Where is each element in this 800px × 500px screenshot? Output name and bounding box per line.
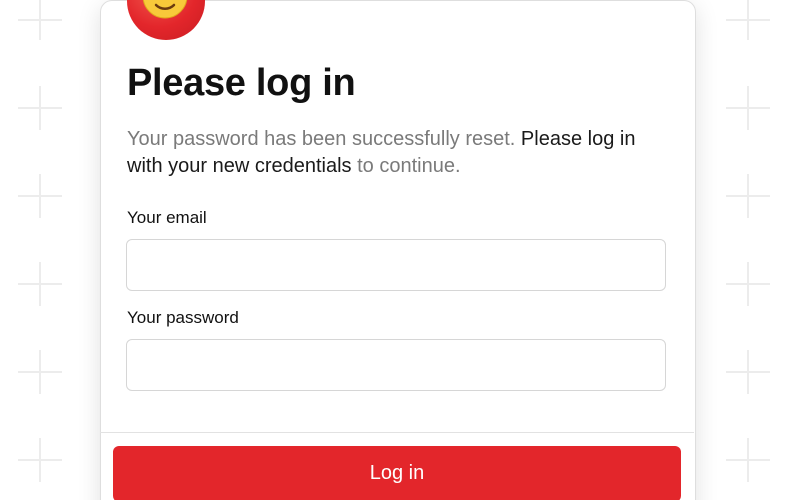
smiling-face-with-sunglasses-icon [142, 0, 188, 19]
email-field[interactable] [126, 239, 666, 291]
password-label: Your password [127, 308, 239, 327]
login-button[interactable]: Log in [113, 446, 681, 500]
login-page: Please log in Your password has been suc… [0, 0, 800, 500]
message-muted-end: to continue. [351, 155, 461, 177]
page-title: Please log in [127, 62, 356, 104]
message-muted-part: Your password has been successfully rese… [127, 128, 521, 150]
email-label: Your email [127, 208, 207, 227]
reset-success-message: Your password has been successfully rese… [127, 126, 672, 180]
password-field[interactable] [126, 339, 666, 391]
card-footer-divider [100, 432, 694, 433]
